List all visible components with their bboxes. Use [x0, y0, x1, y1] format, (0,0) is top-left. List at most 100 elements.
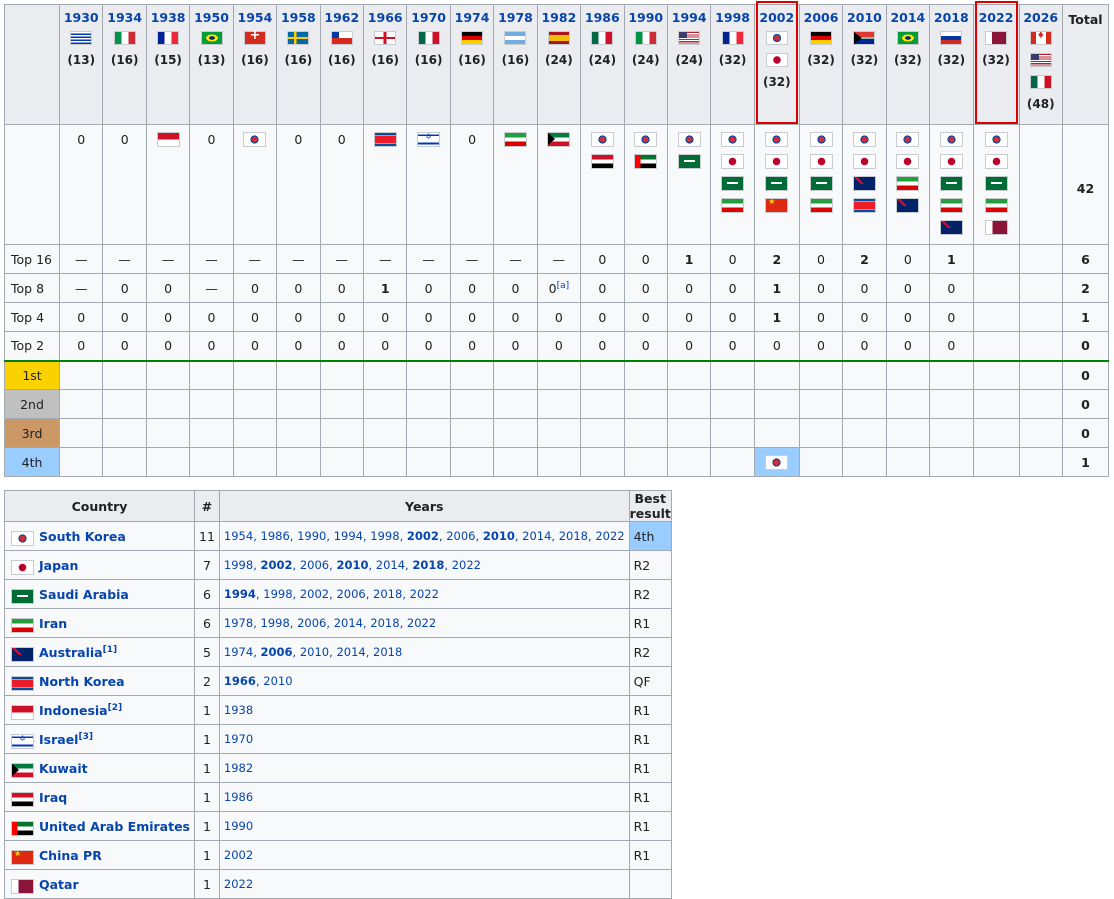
year-link[interactable]: 1986	[261, 529, 290, 543]
year-link-1974[interactable]: 1974	[451, 10, 493, 31]
year-link-2010[interactable]: 2010	[843, 10, 885, 31]
footnote-link[interactable]: [a]	[557, 280, 570, 290]
year-link[interactable]: 2010	[263, 674, 292, 688]
year-link-1962[interactable]: 1962	[321, 10, 363, 31]
year-link[interactable]: 2022	[595, 529, 624, 543]
year-link[interactable]: 1994	[334, 529, 363, 543]
year-link[interactable]: 1998	[261, 616, 290, 630]
year-link[interactable]: 2018	[373, 645, 402, 659]
participants-cell	[710, 124, 755, 245]
year-link[interactable]: 2006	[261, 645, 293, 659]
year-link[interactable]: 2014	[522, 529, 551, 543]
year-link[interactable]: 2010	[483, 529, 515, 543]
year-link-1950[interactable]: 1950	[190, 10, 232, 31]
participants-cell	[972, 124, 1020, 245]
year-link-1970[interactable]: 1970	[407, 10, 449, 31]
flag-ir-icon	[939, 198, 963, 213]
year-link[interactable]: 2022	[407, 616, 436, 630]
country-link[interactable]: China PR	[39, 848, 102, 863]
year-link[interactable]: 2014	[336, 645, 365, 659]
country-link[interactable]: Qatar	[39, 877, 79, 892]
year-link[interactable]: 2014	[334, 616, 363, 630]
table-row: Israel[3]11970R1	[3, 724, 672, 754]
country-link[interactable]: Israel	[39, 732, 78, 747]
country-link[interactable]: North Korea	[39, 674, 125, 689]
year-link[interactable]: 1998	[263, 587, 292, 601]
stage-cell: 0	[580, 273, 625, 303]
flag-de-icon	[461, 31, 484, 45]
placement-cell	[189, 389, 234, 419]
country-link[interactable]: Indonesia	[39, 703, 108, 718]
year-link[interactable]: 2006	[297, 616, 326, 630]
flag-jp-icon	[721, 154, 745, 169]
year-link[interactable]: 2002	[407, 529, 439, 543]
country-link[interactable]: Australia	[39, 645, 103, 660]
year-link[interactable]: 2022	[410, 587, 439, 601]
year-link-2006[interactable]: 2006	[800, 10, 842, 31]
year-link[interactable]: 2010	[336, 558, 368, 572]
year-link-2026[interactable]: 2026	[1020, 10, 1062, 31]
year-link[interactable]: 1938	[224, 703, 253, 717]
year-link[interactable]: 1954	[224, 529, 253, 543]
year-link[interactable]: 2018	[559, 529, 588, 543]
country-link[interactable]: Saudi Arabia	[39, 587, 129, 602]
country-link[interactable]: Japan	[39, 558, 78, 573]
country-link[interactable]: Kuwait	[39, 761, 88, 776]
year-link[interactable]: 1998	[224, 558, 253, 572]
footnote-link[interactable]: [1]	[103, 644, 118, 654]
year-link-1994[interactable]: 1994	[668, 10, 710, 31]
placement-cell	[493, 360, 538, 390]
footnote-link[interactable]: [3]	[78, 731, 93, 741]
year-link-1998[interactable]: 1998	[711, 10, 753, 31]
year-link-1986[interactable]: 1986	[581, 10, 623, 31]
footnote-link[interactable]: [2]	[108, 702, 123, 712]
country-link[interactable]: Iran	[39, 616, 67, 631]
country-link[interactable]: Iraq	[39, 790, 67, 805]
year-link[interactable]: 2018	[373, 587, 402, 601]
year-link[interactable]: 1966	[224, 674, 256, 688]
year-link-1982[interactable]: 1982	[538, 10, 580, 31]
placement-cell	[145, 418, 191, 448]
year-link[interactable]: 2002	[261, 558, 293, 572]
flag-qa-icon	[985, 31, 1008, 45]
year-link[interactable]: 1998	[370, 529, 399, 543]
year-link[interactable]: 2002	[300, 587, 329, 601]
country-link[interactable]: United Arab Emirates	[39, 819, 190, 834]
year-link[interactable]: 2022	[224, 877, 253, 891]
stage-cell: 0	[232, 273, 278, 303]
year-link[interactable]: 2006	[446, 529, 475, 543]
year-link-1978[interactable]: 1978	[494, 10, 536, 31]
year-link[interactable]: 2002	[224, 848, 253, 862]
year-link[interactable]: 1994	[224, 587, 256, 601]
year-link-1966[interactable]: 1966	[364, 10, 406, 31]
placement-cell	[972, 447, 1020, 477]
year-link[interactable]: 2018	[370, 616, 399, 630]
year-link[interactable]: 1982	[224, 761, 253, 775]
year-link[interactable]: 2018	[412, 558, 444, 572]
year-link-2002[interactable]: 2002	[755, 10, 799, 31]
year-link-1934[interactable]: 1934	[103, 10, 145, 31]
year-link[interactable]: 1986	[224, 790, 253, 804]
year-link[interactable]: 1990	[297, 529, 326, 543]
year-link-1958[interactable]: 1958	[277, 10, 319, 31]
year-link-2022[interactable]: 2022	[974, 10, 1019, 31]
flag-jp-icon	[809, 154, 833, 169]
year-link[interactable]: 1970	[224, 732, 253, 746]
year-link-1938[interactable]: 1938	[147, 10, 189, 31]
year-link[interactable]: 2010	[300, 645, 329, 659]
year-link-2018[interactable]: 2018	[930, 10, 972, 31]
year-link[interactable]: 1978	[224, 616, 253, 630]
flag-id-icon	[156, 132, 180, 147]
year-link[interactable]: 2006	[336, 587, 365, 601]
year-link[interactable]: 2022	[452, 558, 481, 572]
country-link[interactable]: South Korea	[39, 529, 126, 544]
year-link[interactable]: 2006	[300, 558, 329, 572]
year-link[interactable]: 1990	[224, 819, 253, 833]
year-link[interactable]: 1974	[224, 645, 253, 659]
year-link[interactable]: 2014	[376, 558, 405, 572]
year-link-2014[interactable]: 2014	[887, 10, 929, 31]
year-link-1930[interactable]: 1930	[60, 10, 102, 31]
year-link-1990[interactable]: 1990	[625, 10, 667, 31]
participants-cell: 0	[102, 124, 147, 245]
years-cell: 1974, 2006, 2010, 2014, 2018	[218, 637, 630, 667]
